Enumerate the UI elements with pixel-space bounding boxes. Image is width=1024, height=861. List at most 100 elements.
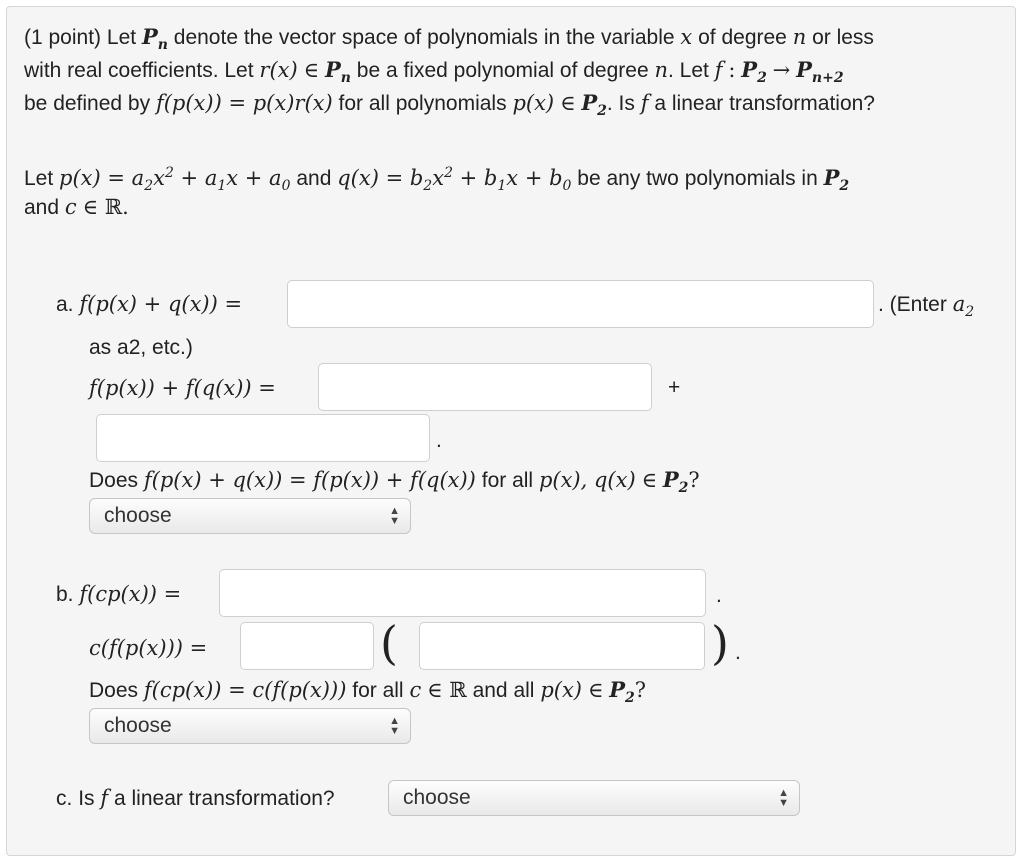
select-b-value: choose xyxy=(104,714,172,737)
label-a: a. xyxy=(56,293,74,316)
math-Pn2: Pn+2 xyxy=(796,57,844,87)
answer-a-f-sum[interactable] xyxy=(287,280,874,328)
enter-hint-cont: as a2, etc.) xyxy=(89,336,193,359)
math: c(f(p(x))) = xyxy=(89,636,208,660)
setup-line-2: and c ∈ ℝ. xyxy=(24,194,129,221)
text: a linear transformation? xyxy=(114,787,335,810)
period: . xyxy=(735,641,741,664)
text: . Let xyxy=(668,59,709,82)
math-P2: P2 xyxy=(823,165,850,195)
math-f: f xyxy=(100,786,109,810)
math-arrow: → xyxy=(772,58,791,82)
answer-a-fq[interactable] xyxy=(96,414,430,462)
math-a2: a2 xyxy=(952,292,975,321)
math-def: f(p(x)) = p(x)r(x) xyxy=(155,91,333,115)
text: . Is xyxy=(606,92,635,115)
intro-line-3: be defined by f(p(x)) = p(x)r(x) for all… xyxy=(24,90,875,124)
intro-line-2: with real coefficients. Let r(x) ∈ Pn be… xyxy=(24,57,844,91)
text: with real coefficients. Let xyxy=(24,59,254,82)
part-b-label: b. f(cp(x)) = xyxy=(56,581,181,608)
math-P2: P2 xyxy=(581,90,607,120)
math-x: x xyxy=(680,25,693,49)
updown-arrow-icon: ▲ ▼ xyxy=(389,715,400,737)
answer-b-c[interactable] xyxy=(240,622,374,670)
qmark: ? xyxy=(634,678,647,702)
updown-arrow-icon: ▲ ▼ xyxy=(778,787,789,809)
math-p-def: p(x) = a2x2 + a1x + a0 xyxy=(59,165,291,195)
math-P2: P2 xyxy=(662,467,689,497)
answer-b-f-cp[interactable] xyxy=(219,569,706,617)
text: for all xyxy=(481,469,534,492)
math-q-def: q(x) = b2x2 + b1x + b0 xyxy=(337,165,572,195)
math: f(cp(x)) = c(f(p(x))) xyxy=(143,678,347,702)
math-P2: P2 xyxy=(741,57,767,87)
math-c: c xyxy=(409,678,422,702)
math-colon: : xyxy=(728,58,736,82)
text: be a fixed polynomial of degree xyxy=(356,59,649,82)
text: or less xyxy=(812,26,874,49)
text: for all xyxy=(352,679,404,702)
math-Pn: Pn xyxy=(141,24,168,54)
math-c-in-R: c xyxy=(64,195,77,219)
part-c-label: c. Is f a linear transformation? xyxy=(56,785,335,812)
label-c: c. xyxy=(56,787,73,810)
setup-line-1: Let p(x) = a2x2 + a1x + a0 and q(x) = b2… xyxy=(24,160,849,199)
label-b: b. xyxy=(56,583,74,606)
text: a linear transformation? xyxy=(654,92,875,115)
math: f(p(x) + q(x)) = f(p(x)) + f(q(x)) xyxy=(143,468,476,492)
math-f: f xyxy=(714,58,723,82)
text: denote the vector space of polynomials i… xyxy=(173,26,675,49)
text: and all xyxy=(472,679,535,702)
period: . xyxy=(716,584,722,607)
part-a-label: a. f(p(x) + q(x)) = xyxy=(56,291,242,318)
math-f-cp: f(cp(x)) = xyxy=(79,582,182,606)
math-n: n xyxy=(654,58,668,82)
text: Is xyxy=(78,787,95,810)
math-f: f xyxy=(640,91,649,115)
math-in: ∈ xyxy=(303,58,320,82)
qmark: ? xyxy=(688,468,700,492)
select-c[interactable]: choose ▲ ▼ xyxy=(388,780,800,816)
plus-sign: + xyxy=(668,376,681,399)
text: Does xyxy=(89,679,139,702)
select-b[interactable]: choose ▲ ▼ xyxy=(89,708,411,744)
math-Pn: Pn xyxy=(324,57,351,87)
period: . xyxy=(436,429,442,452)
math: f(p(x)) + f(q(x)) = xyxy=(89,376,276,400)
point-value: (1 point) xyxy=(24,26,102,49)
math-px: p(x) xyxy=(512,91,555,115)
math-P2: P2 xyxy=(609,677,635,707)
math: p(x), q(x) xyxy=(538,468,636,492)
text: for all polynomials xyxy=(338,92,507,115)
text: Does xyxy=(89,469,139,492)
word: Let xyxy=(106,26,137,49)
math-in: ∈ xyxy=(559,91,576,115)
math-in: ∈ xyxy=(641,468,658,492)
select-a[interactable]: choose ▲ ▼ xyxy=(89,498,411,534)
text: be defined by xyxy=(24,92,151,115)
enter-hint: . (Enter a2 xyxy=(878,291,974,325)
text: . (Enter xyxy=(878,293,947,316)
question-a: Does f(p(x) + q(x)) = f(p(x)) + f(q(x)) … xyxy=(89,467,700,501)
text: and xyxy=(24,196,60,219)
question-b: Does f(cp(x)) = c(f(p(x))) for all c ∈ ℝ… xyxy=(89,677,646,711)
math-rx: r(x) xyxy=(259,58,298,82)
select-c-value: choose xyxy=(403,786,471,809)
math-f-p-plus-f-q: f(p(x)) + f(q(x)) = xyxy=(89,375,276,402)
answer-a-fp[interactable] xyxy=(318,363,652,411)
text: be any two polynomials in xyxy=(577,167,818,190)
updown-arrow-icon: ▲ ▼ xyxy=(389,505,400,527)
math-c-fp: c(f(p(x))) = xyxy=(89,635,207,662)
text: of degree xyxy=(698,26,787,49)
answer-b-fp[interactable] xyxy=(419,622,705,670)
math-px: p(x) xyxy=(540,678,582,702)
select-a-value: choose xyxy=(104,504,172,527)
math-n: n xyxy=(792,25,807,49)
math-f-sum: f(p(x) + q(x)) = xyxy=(79,292,243,316)
math-in: ∈ ℝ. xyxy=(82,195,129,219)
math-in-R: ∈ ℝ xyxy=(427,678,467,702)
intro-line-1: (1 point) Let Pn denote the vector space… xyxy=(24,24,874,58)
open-paren: ( xyxy=(380,616,398,670)
close-paren: ) xyxy=(711,616,729,670)
math-in: ∈ xyxy=(587,678,604,702)
